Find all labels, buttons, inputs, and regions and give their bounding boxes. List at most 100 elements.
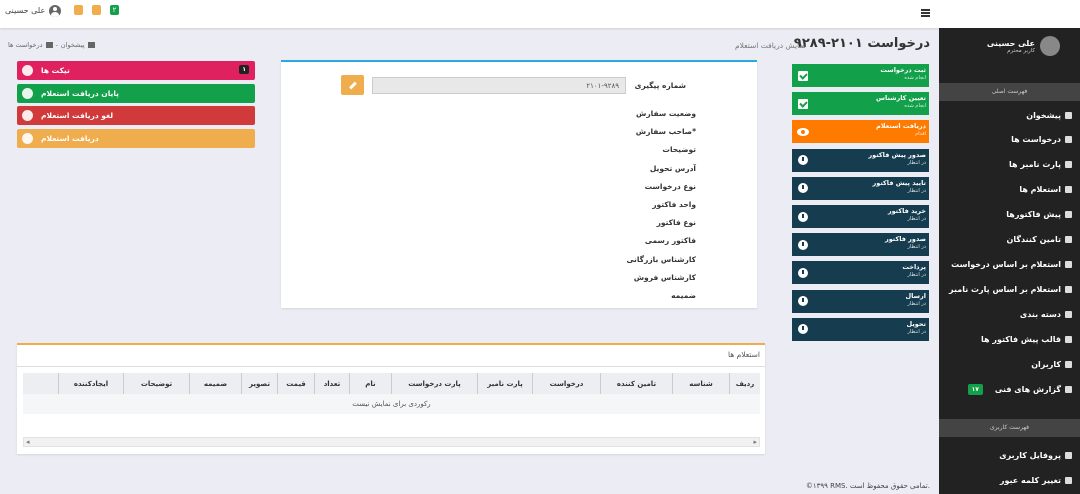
sidebar-item-11[interactable]: گزارش های فنی ۱۷ (967, 380, 1072, 398)
breadcrumb: پیشخوان - درخواست ها (8, 41, 95, 49)
topbar-user-name[interactable]: علی حسینی (5, 6, 45, 15)
copy-icon[interactable] (74, 5, 83, 15)
sidebar-item-2[interactable]: پارت نامبر ها (1009, 155, 1072, 173)
eye-icon (792, 120, 814, 143)
table-header-cell[interactable]: درخواست (532, 373, 600, 394)
action-button-1[interactable]: پایان دریافت استعلام (17, 83, 255, 103)
scroll-right-icon[interactable]: ▸ (753, 438, 757, 446)
table-header-cell[interactable]: توضیحات (123, 373, 189, 394)
sidebar-item-6[interactable]: استعلام بر اساس درخواست (951, 255, 1072, 273)
action-label: لغو دریافت استعلام (41, 111, 114, 120)
sidebar-item-1[interactable]: درخواست ها (1011, 130, 1072, 148)
step-status: در انتظار (907, 216, 926, 222)
form-field-label: آدرس تحویل (649, 163, 696, 173)
page-subtitle: نمایش دریافت استعلام (735, 41, 806, 50)
form-field-label: وضعیت سفارش (635, 109, 696, 118)
sidebar-item-label: کاربران (1031, 359, 1061, 369)
bookmark-icon[interactable] (92, 5, 101, 15)
hamburger-menu-icon[interactable] (921, 9, 930, 17)
step-title: تایید پیش فاکتور (872, 178, 927, 187)
form-field-label: فاکتور رسمی (644, 236, 696, 246)
sidebar-item-label: استعلام بر اساس پارت نامبر (949, 284, 1061, 294)
table-header-cell[interactable]: شناسه (672, 373, 729, 394)
step-6[interactable]: صدور فاکتور در انتظار (792, 233, 929, 257)
sidebar-item-7[interactable]: استعلام بر اساس پارت نامبر (949, 280, 1072, 298)
book-icon (1065, 310, 1072, 318)
step-9[interactable]: تحویل در انتظار (792, 317, 929, 341)
sidebar-item-4[interactable]: پیش فاکتورها (1006, 205, 1072, 223)
step-status: انجام شده (904, 75, 926, 81)
step-status: در انتظار (907, 300, 926, 307)
users-icon (45, 42, 53, 48)
user-tie-icon (1065, 235, 1072, 243)
sidebar-item-5[interactable]: تامین کنندگان (1007, 230, 1072, 248)
action-button-0[interactable]: تیکت ها ۱ (17, 61, 255, 80)
sidebar-item-label: دسته بندی (1019, 309, 1061, 319)
breadcrumb-current[interactable]: درخواست ها (8, 41, 43, 49)
action-button-2[interactable]: لغو دریافت استعلام (17, 106, 255, 125)
user-menu-heading: فهرست کاربری (939, 419, 1080, 437)
list-icon (1065, 285, 1072, 293)
sidebar-item-label: قالب پیش فاکتور ها (981, 334, 1061, 344)
form-field-label: نوع فاکتور (656, 218, 696, 228)
step-5[interactable]: خرید فاکتور در انتظار (792, 205, 929, 228)
step-4[interactable]: تایید پیش فاکتور در انتظار (792, 176, 929, 200)
chat-icon[interactable]: ۲ (110, 5, 119, 15)
hand-icon (1065, 185, 1072, 193)
step-status: اقدام (915, 131, 926, 138)
form-field-label: توضیحات (662, 145, 696, 155)
action-button-3[interactable]: دریافت استعلام (17, 128, 255, 148)
step-2[interactable]: دریافت استعلام اقدام (792, 120, 929, 144)
pencil-icon (348, 81, 357, 89)
sidebar-item-label: پیش فاکتورها (1006, 209, 1061, 219)
sidebar-user-item-0[interactable]: پروفایل کاربری (999, 446, 1072, 464)
table-header-cell[interactable]: ردیف (729, 373, 760, 394)
home-icon (87, 42, 95, 48)
form-field-label: صاحب سفارش* (635, 127, 696, 137)
sidebar-item-3[interactable]: استعلام ها (1019, 180, 1072, 198)
sidebar-item-8[interactable]: دسته بندی (1020, 305, 1072, 323)
breadcrumb-home[interactable]: پیشخوان (61, 41, 85, 49)
bug-icon (1065, 385, 1072, 393)
check-icon (792, 92, 814, 115)
dashboard-icon (1065, 111, 1072, 119)
scroll-left-icon[interactable]: ◂ (26, 438, 30, 446)
step-title: پرداخت (902, 263, 926, 272)
sidebar-user-item-1[interactable]: تغییر کلمه عبور (1000, 471, 1072, 489)
step-7[interactable]: پرداخت در انتظار (792, 261, 929, 285)
table-header-cell[interactable]: قیمت (277, 373, 314, 394)
table-header-cell[interactable]: پارت درخواست (391, 373, 477, 394)
user-icon (1065, 451, 1072, 459)
step-0[interactable]: ثبت درخواست انجام شده (792, 64, 929, 87)
horizontal-scrollbar[interactable]: ◂ ▸ (23, 437, 760, 447)
step-1[interactable]: تعیین کارشناس انجام شده (792, 92, 929, 116)
table-header-cell[interactable]: تامین کننده (600, 373, 672, 394)
table-empty-row: رکوردی برای نمایش نیست (23, 394, 760, 414)
sidebar-user-item-label: پروفایل کاربری (999, 450, 1061, 460)
step-status: در انتظار (907, 187, 926, 194)
step-title: ثبت درخواست (880, 66, 926, 74)
action-badge: ۱ (239, 65, 249, 74)
table-divider (17, 366, 765, 367)
table-header-cell[interactable]: پارت نامبر (477, 373, 532, 394)
sidebar-item-label: استعلام بر اساس درخواست (951, 259, 1061, 269)
step-3[interactable]: صدور پیش فاکتور در انتظار (792, 148, 929, 172)
sidebar-item-0[interactable]: پیشخوان (1026, 106, 1072, 124)
table-header-cell[interactable]: تصویر (241, 373, 277, 394)
step-8[interactable]: ارسال در انتظار (792, 289, 929, 313)
table-header-cell[interactable]: تعداد (314, 373, 349, 394)
tracking-number-label: شماره پیگیری (634, 81, 686, 90)
check-icon (22, 87, 33, 99)
sidebar-item-10[interactable]: کاربران (1031, 355, 1072, 373)
table-header-cell[interactable]: نام (349, 373, 391, 394)
sidebar-item-9[interactable]: قالب پیش فاکتور ها (981, 330, 1072, 348)
user-avatar-icon[interactable] (49, 5, 61, 17)
table-header-cell[interactable]: ضمیمه (189, 373, 241, 394)
table-header-cell[interactable]: ایجادکننده (58, 373, 123, 394)
step-title: تحویل (906, 319, 926, 328)
edit-button[interactable] (341, 75, 364, 95)
close-icon (22, 110, 33, 121)
sidebar-item-badge: ۱۷ (967, 383, 983, 395)
tracking-number-field[interactable]: ۲۱۰۱-۹۲۸۹ (372, 77, 626, 94)
list-icon (1065, 335, 1072, 343)
